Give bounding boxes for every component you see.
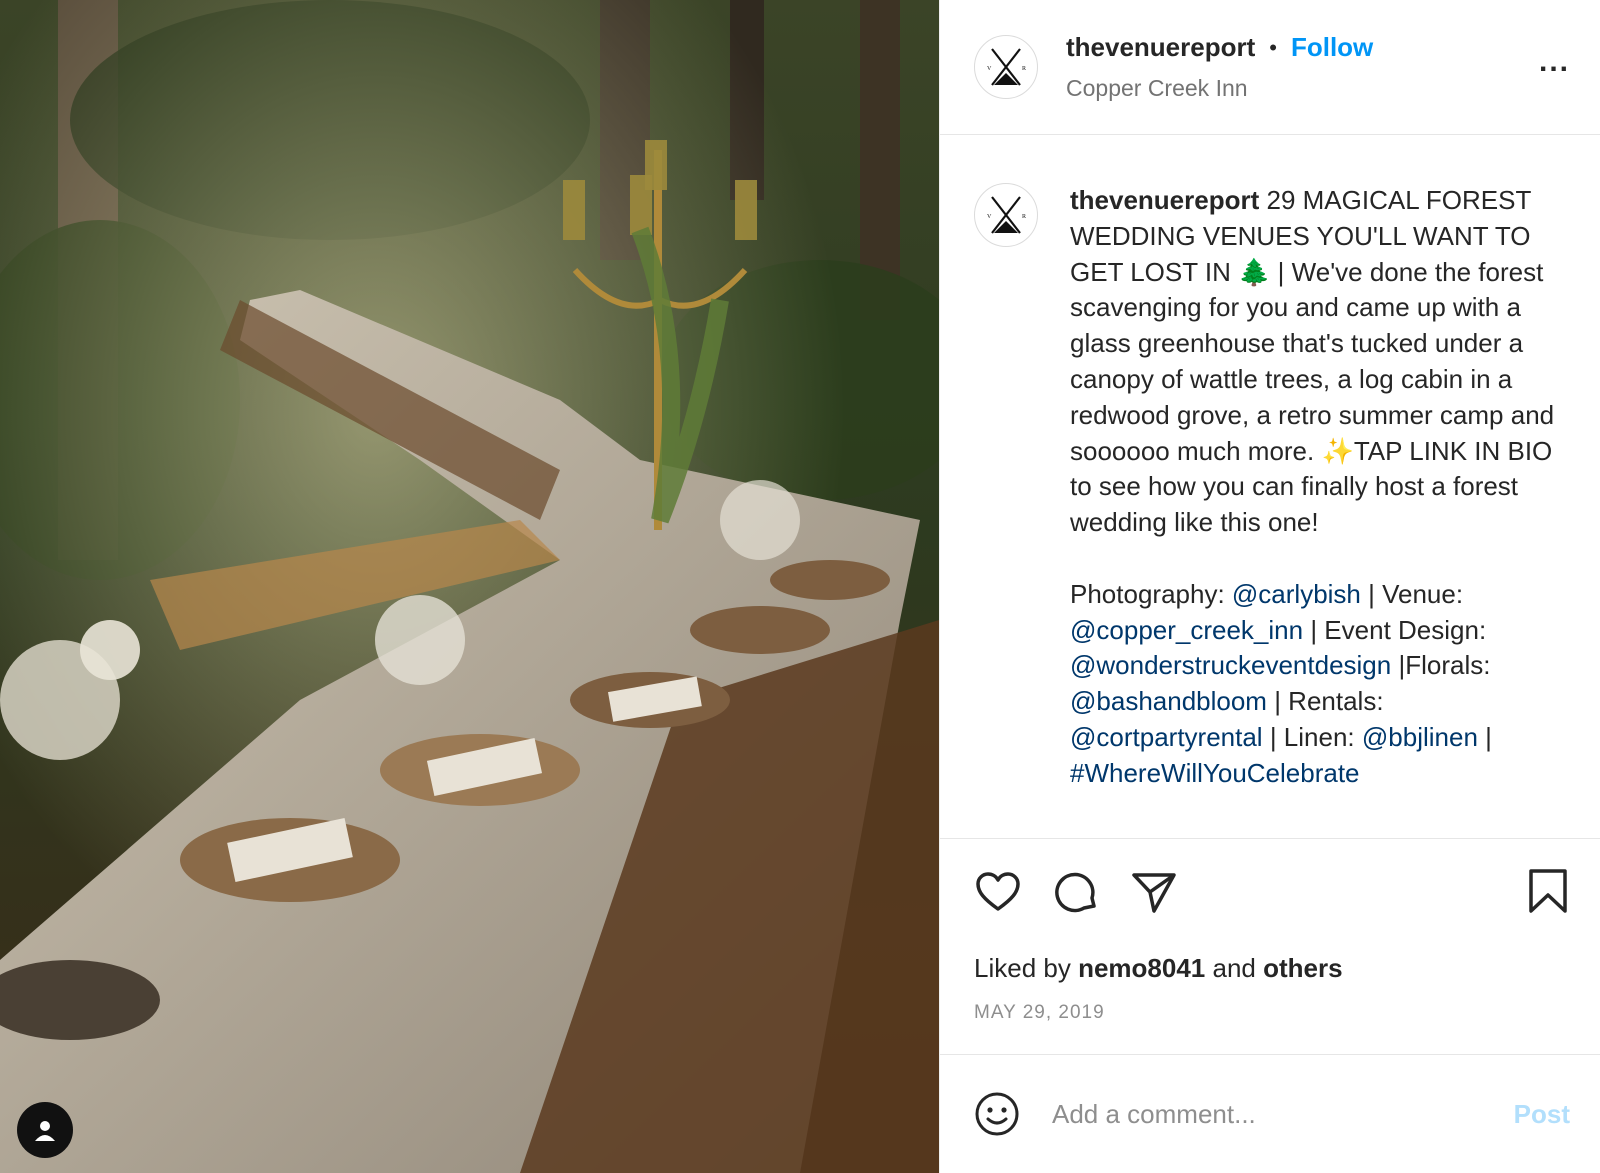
post-actions: Liked by nemo8041 and others MAY 29, 201… (940, 839, 1600, 1055)
post-side-panel: V R thevenuereport • Follow Copper Creek… (939, 0, 1600, 1173)
comment-icon (1055, 872, 1096, 913)
mention-carlybish[interactable]: @carlybish (1232, 579, 1361, 609)
caption-avatar[interactable]: V R (974, 183, 1038, 247)
caption-username[interactable]: thevenuereport (1070, 185, 1259, 215)
follow-button[interactable]: Follow (1291, 32, 1373, 63)
post-location[interactable]: Copper Creek Inn (1066, 75, 1373, 102)
share-button[interactable] (1130, 868, 1178, 916)
post-header: V R thevenuereport • Follow Copper Creek… (940, 0, 1600, 135)
liked-others[interactable]: others (1263, 953, 1342, 983)
post-comment-button[interactable]: Post (1514, 1099, 1570, 1130)
credit-design-label: | Event Design: (1310, 614, 1487, 645)
svg-text:R: R (1022, 66, 1026, 72)
forest-wedding-table-image (0, 0, 939, 1173)
comment-row: Post (940, 1055, 1600, 1173)
header-meta: thevenuereport • Follow Copper Creek Inn (1066, 32, 1373, 102)
likes-summary: Liked by nemo8041 and others (974, 953, 1570, 984)
mention-copper-creek-inn[interactable]: @copper_creek_inn (1070, 615, 1303, 645)
mention-wonderstruckeventdesign[interactable]: @wonderstruckeventdesign (1070, 650, 1391, 680)
bookmark-icon (1529, 869, 1567, 913)
separator-dot: • (1269, 34, 1277, 60)
header-username[interactable]: thevenuereport (1066, 32, 1255, 63)
svg-text:V: V (987, 214, 992, 220)
smiley-icon (975, 1092, 1019, 1136)
mention-bbjlinen[interactable]: @bbjlinen (1362, 722, 1478, 752)
liked-and: and (1212, 953, 1256, 983)
credit-rentals-label: | Rentals: (1274, 686, 1384, 717)
share-icon (1132, 873, 1176, 913)
mention-bashandbloom[interactable]: @bashandbloom (1070, 686, 1267, 716)
svg-text:R: R (1022, 214, 1026, 220)
comment-input[interactable] (1052, 1098, 1514, 1130)
credit-linen-label: | Linen: (1269, 721, 1355, 752)
credit-venue-label: | Venue: (1368, 578, 1464, 609)
venue-report-logo-icon: V R (987, 48, 1026, 86)
post-photo[interactable] (0, 0, 939, 1173)
post-date[interactable]: MAY 29, 2019 (974, 1002, 1570, 1024)
svg-text:V: V (987, 66, 992, 72)
hashtag-wherewillyoucelebrate[interactable]: #WhereWillYouCelebrate (1070, 758, 1360, 788)
heart-icon (976, 872, 1020, 911)
more-options-button[interactable]: ... (1539, 47, 1570, 77)
user-icon (35, 1121, 55, 1141)
action-icons (974, 867, 1570, 917)
caption-area: V R thevenuereport 29 MAGICAL FOREST WED… (940, 135, 1600, 839)
tagged-user-button[interactable] (17, 1102, 73, 1158)
comment-button[interactable] (1052, 868, 1100, 916)
credit-photography-label: Photography: (1070, 578, 1225, 609)
emoji-button[interactable] (974, 1091, 1020, 1137)
credit-linen-end: | (1485, 721, 1492, 752)
liked-user[interactable]: nemo8041 (1078, 953, 1205, 983)
liked-prefix: Liked by (974, 953, 1071, 983)
caption-text: 29 MAGICAL FOREST WEDDING VENUES YOU'LL … (1070, 185, 1562, 538)
like-button[interactable] (974, 868, 1022, 916)
credit-florals-label: |Florals: (1398, 650, 1491, 681)
instagram-post: V R thevenuereport • Follow Copper Creek… (0, 0, 1600, 1173)
mention-cortpartyrental[interactable]: @cortpartyrental (1070, 722, 1263, 752)
avatar[interactable]: V R (974, 35, 1038, 99)
venue-report-logo-icon: V R (987, 196, 1026, 234)
post-caption: thevenuereport 29 MAGICAL FOREST WEDDING… (1070, 183, 1575, 838)
header-line: thevenuereport • Follow (1066, 32, 1373, 63)
save-button[interactable] (1526, 867, 1570, 920)
